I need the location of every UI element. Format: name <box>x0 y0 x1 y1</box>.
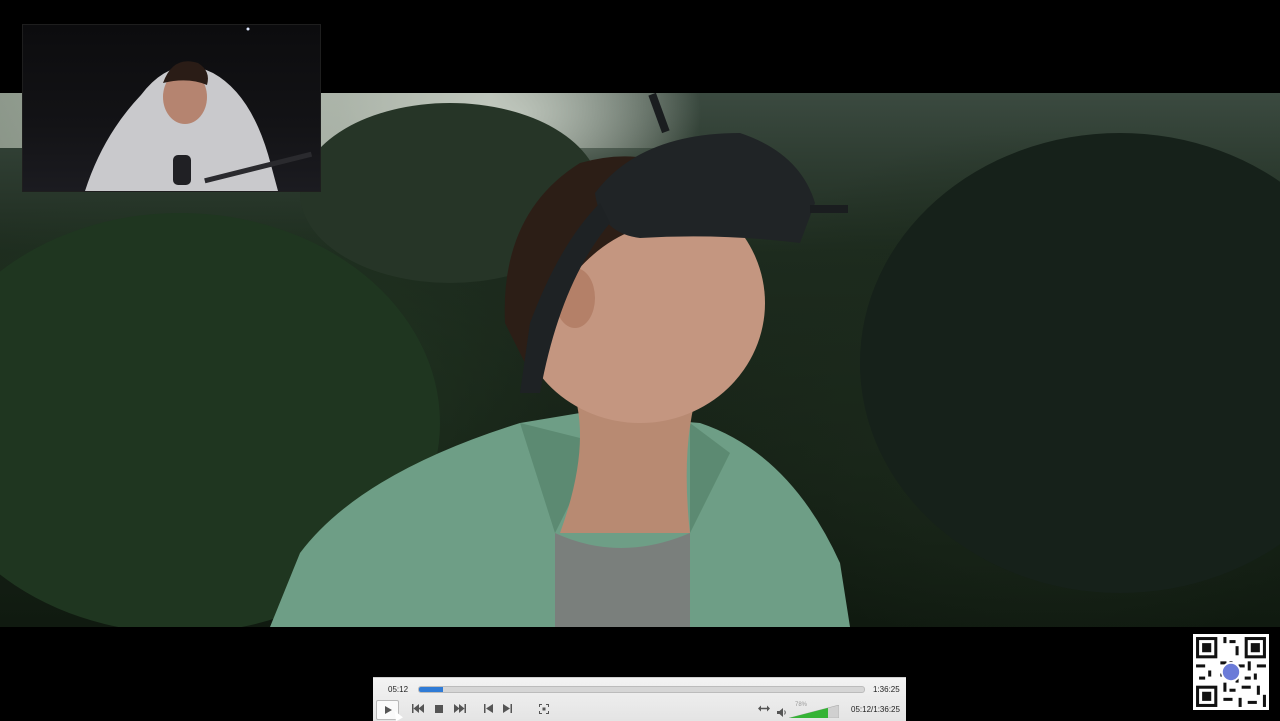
webcam-overlay <box>22 24 321 192</box>
subject-goggles <box>595 133 815 243</box>
speaker-icon <box>777 708 786 717</box>
qr-logo <box>1220 661 1242 683</box>
subject-goggle-antenna <box>648 93 670 134</box>
previous-icon <box>484 704 493 713</box>
skip-forward-button[interactable] <box>451 700 469 717</box>
volume-slider[interactable] <box>789 705 839 718</box>
stretch-icon <box>758 705 770 712</box>
seek-bar[interactable] <box>418 686 865 693</box>
volume-control[interactable]: 78% <box>777 702 839 718</box>
stretch-button[interactable] <box>755 700 773 717</box>
stop-icon <box>435 704 443 713</box>
subject-goggle-antenna <box>810 205 848 213</box>
skip-back-icon <box>412 704 424 713</box>
webcam-mic <box>173 155 191 185</box>
previous-button[interactable] <box>480 700 498 717</box>
seek-bar-fill <box>419 687 444 692</box>
qr-code-icon <box>1193 634 1269 710</box>
webcam-light <box>246 27 250 31</box>
skip-back-button[interactable] <box>409 700 427 717</box>
skip-forward-icon <box>454 704 466 713</box>
next-icon <box>503 704 512 713</box>
fullscreen-button[interactable] <box>535 700 553 717</box>
position-readout: 05:12/1:36:25 <box>851 705 900 714</box>
elapsed-time: 05:12 <box>388 685 409 694</box>
webcam-person <box>85 27 313 191</box>
next-button[interactable] <box>498 700 516 717</box>
fullscreen-icon <box>539 703 549 714</box>
player-control-bar: 05:12 1:36:25 78% 05:12/1:36:25 <box>373 677 906 721</box>
stop-button[interactable] <box>430 700 448 717</box>
total-time: 1:36:25 <box>873 685 900 694</box>
qr-code-watermark <box>1193 634 1269 710</box>
